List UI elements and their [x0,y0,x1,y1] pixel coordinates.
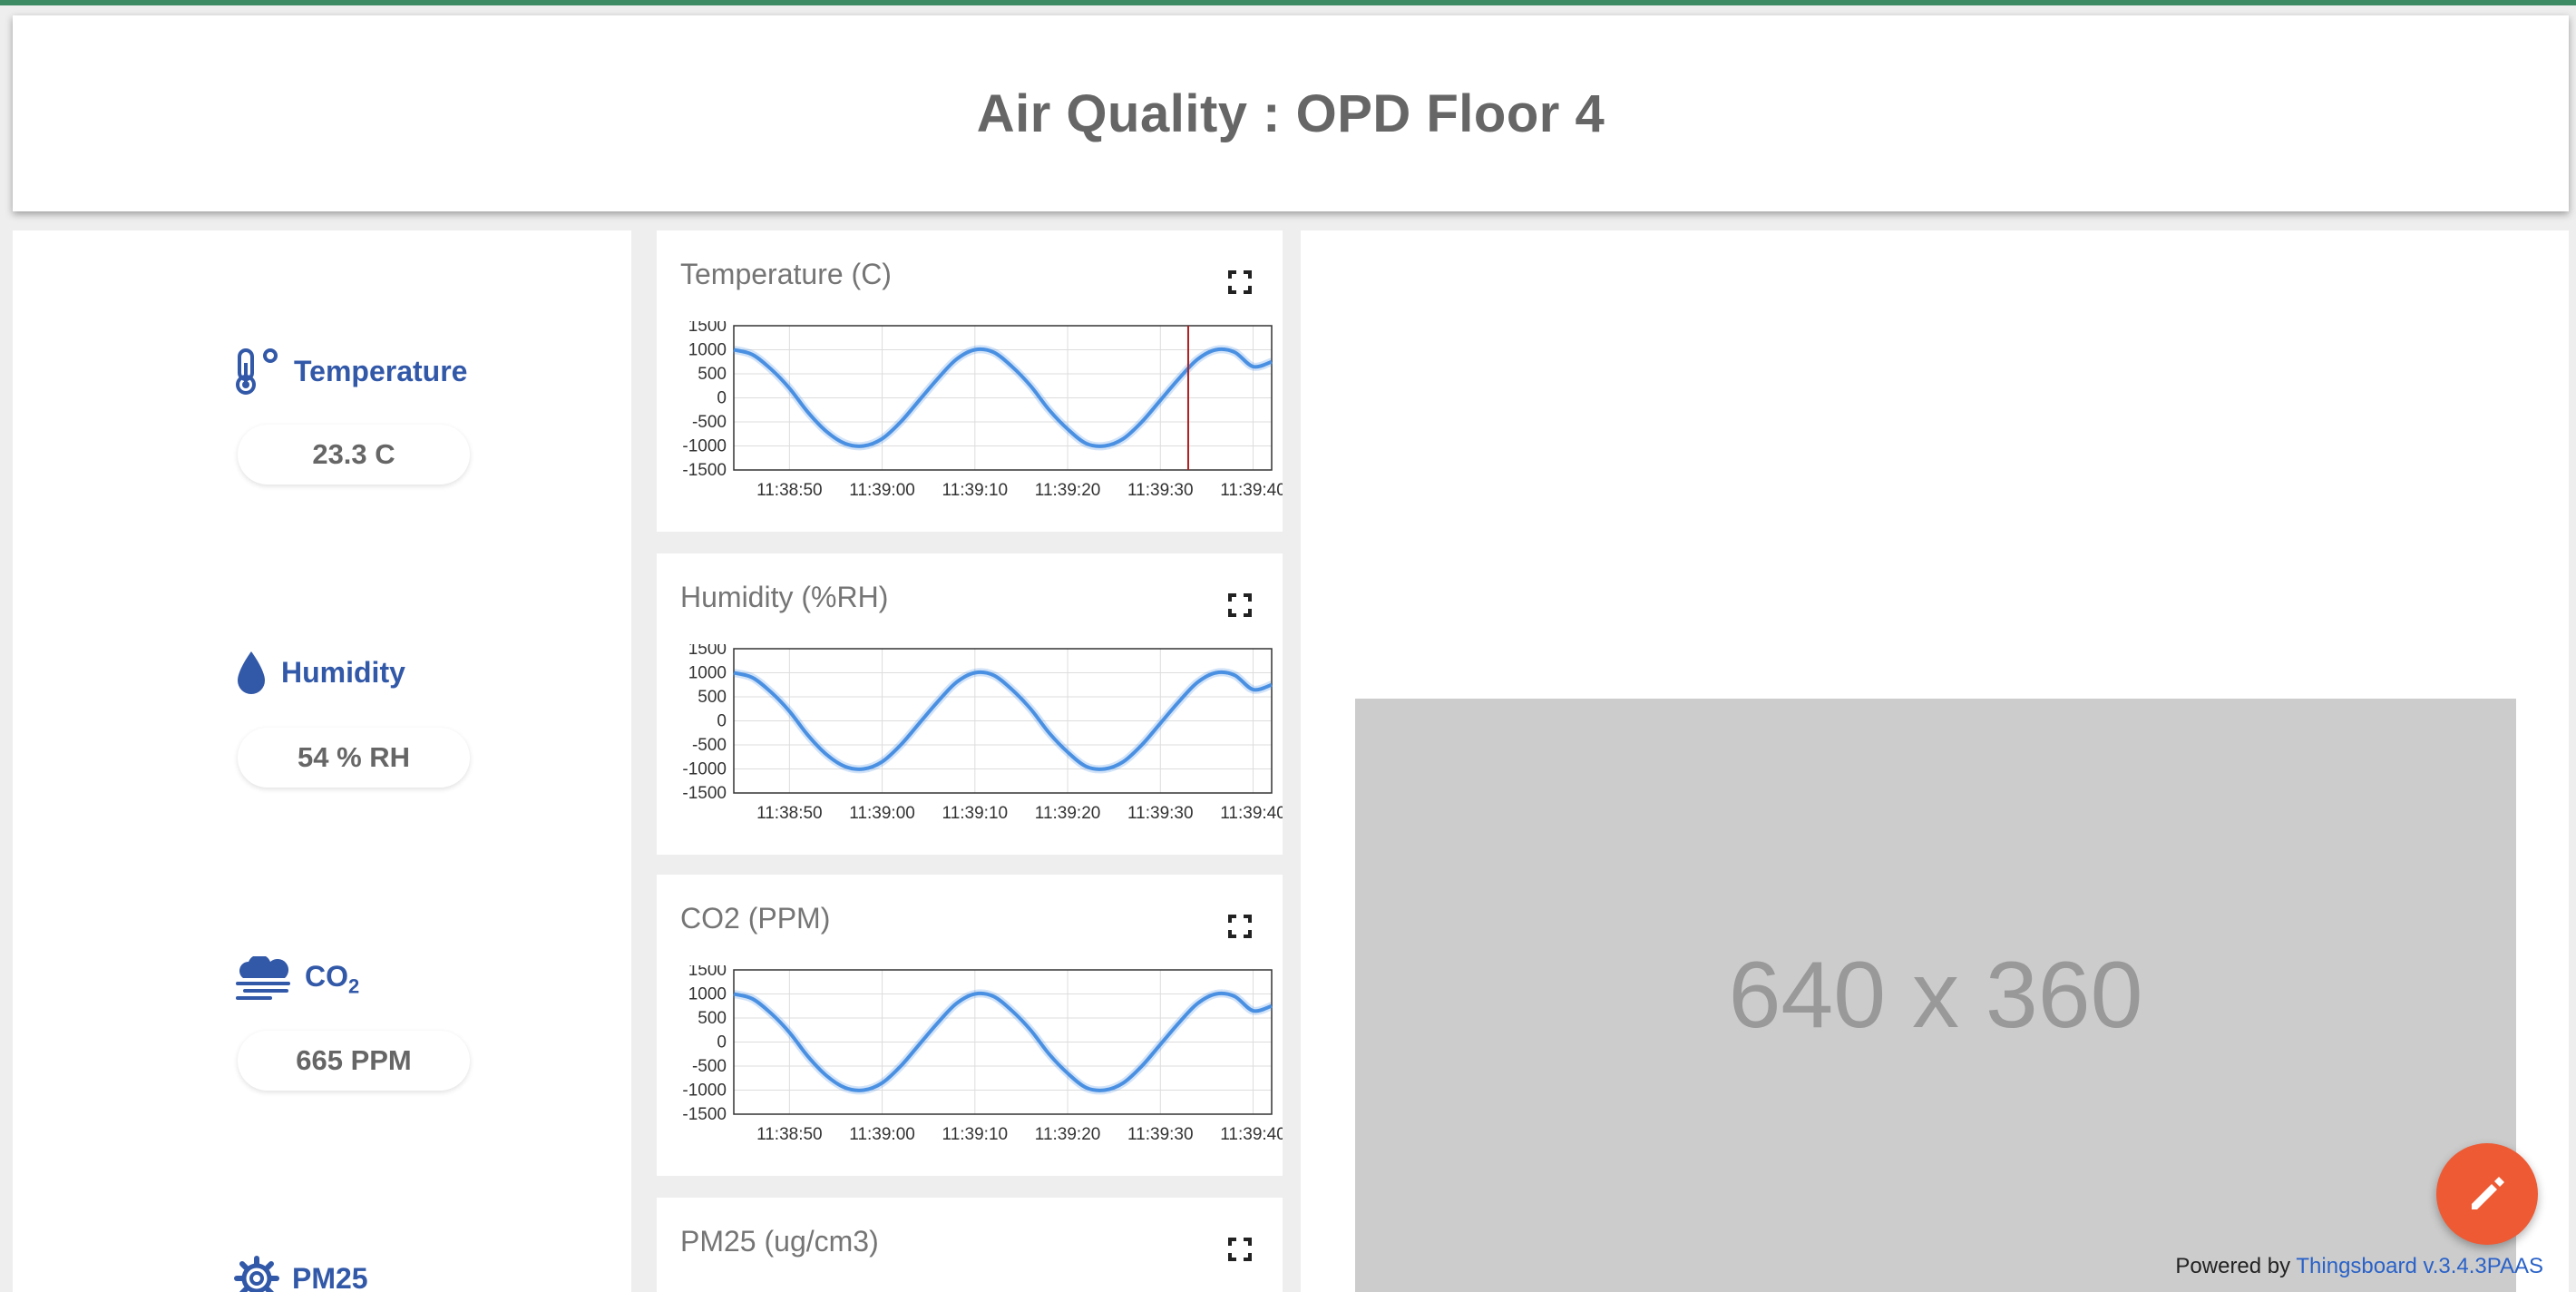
metric-label: PM25 [292,1261,368,1292]
y-tick-label: -500 [692,1057,727,1076]
y-tick-label: 1500 [688,965,727,980]
x-tick-label: 11:39:20 [1035,804,1101,823]
y-tick-label: 500 [698,365,727,384]
metric-label: Temperature [294,354,468,387]
pencil-icon [2472,1177,2504,1209]
page-title: Air Quality : OPD Floor 4 [976,83,1605,143]
thingsboard-link[interactable]: Thingsboard v.3.4.3PAAS [2296,1254,2543,1278]
metrics-card: Temperature 23.3 C Humidity 54 % RH CO2 … [13,230,631,1292]
chart-title: Temperature (C) [680,258,892,290]
chart-title: PM25 (ug/cm3) [680,1225,879,1258]
x-tick-label: 11:38:50 [756,1125,823,1144]
y-tick-label: 500 [698,1009,727,1028]
x-tick-label: 11:39:00 [849,1125,915,1144]
y-tick-label: 0 [717,1033,727,1052]
fullscreen-icon[interactable] [1228,593,1252,617]
y-tick-label: 1500 [688,644,727,659]
y-tick-label: -1500 [682,461,727,480]
cloud-fog-icon [234,956,292,1002]
chart-card-humidity: Humidity (%RH) 1500 1000 500 0 -500 -1000 -150… [657,553,1283,855]
y-tick-label: 500 [698,688,727,707]
x-tick-label: 11:39:20 [1035,1125,1101,1144]
y-tick-label: -500 [692,736,727,755]
humidity-line-chart: 1500 1000 500 0 -500 -1000 -1500 11:38:50 11:39:… [682,644,1283,823]
x-tick-label: 11:39:30 [1127,1125,1194,1144]
x-tick-label: 11:39:30 [1127,804,1194,823]
x-tick-label: 11:39:40 [1220,804,1283,823]
x-tick-label: 11:38:50 [756,804,823,823]
y-tick-label: 1500 [688,321,727,336]
x-tick-label: 11:38:50 [756,481,823,500]
y-tick-label: -1500 [682,784,727,803]
footer-credit: Powered by Thingsboard v.3.4.3PAAS [2175,1254,2543,1279]
x-tick-label: 11:39:20 [1035,481,1101,500]
thermometer-icon [234,347,281,396]
chart-card-temperature: Temperature (C) 1500 1000 500 0 -500 -1000 -15… [657,230,1283,532]
gear-icon [234,1256,279,1292]
y-tick-label: -1000 [682,437,727,456]
x-tick-label: 11:39:00 [849,481,915,500]
metric-label: Humidity [281,655,405,689]
footer-prefix: Powered by [2175,1254,2291,1278]
temperature-line-chart: 1500 1000 500 0 -500 -1000 -1500 11:38:50 11:39:… [682,321,1283,500]
fullscreen-icon[interactable] [1228,915,1252,938]
fullscreen-icon[interactable] [1228,1238,1252,1261]
top-accent-line [0,0,2576,5]
chart-title: CO2 (PPM) [680,902,831,935]
image-card: 640 x 360 [1301,230,2569,1292]
x-tick-label: 11:39:00 [849,804,915,823]
chart-card-pm25: PM25 (ug/cm3) [657,1198,1283,1292]
y-tick-label: -500 [692,413,727,432]
x-tick-label: 11:39:30 [1127,481,1194,500]
metric-value: 665 PPM [238,1031,470,1091]
x-tick-label: 11:39:10 [942,804,1009,823]
metric-value: 54 % RH [238,728,470,788]
placeholder-text: 640 x 360 [1728,942,2143,1048]
y-tick-label: 1000 [688,341,727,360]
y-tick-label: 1000 [688,664,727,683]
y-tick-label: 0 [717,389,727,408]
co2-line-chart: 1500 1000 500 0 -500 -1000 -1500 11:38:50 11:39:… [682,965,1283,1144]
y-tick-label: -1000 [682,760,727,779]
chart-card-co2: CO2 (PPM) 1500 1000 500 0 -500 -1000 -1500 11:3… [657,875,1283,1176]
x-tick-label: 11:39:40 [1220,481,1283,500]
y-tick-label: 0 [717,712,727,731]
chart-title: Humidity (%RH) [680,581,889,613]
y-tick-label: -1500 [682,1105,727,1124]
image-placeholder: 640 x 360 [1355,699,2516,1292]
x-tick-label: 11:39:10 [942,1125,1009,1144]
metric-label: CO2 [305,959,360,998]
x-tick-label: 11:39:40 [1220,1125,1283,1144]
edit-button[interactable] [2436,1143,2538,1245]
water-drop-icon [234,648,268,697]
dashboard-title-card: Air Quality : OPD Floor 4 [13,15,2569,211]
x-tick-label: 11:39:10 [942,481,1009,500]
metric-value: 23.3 C [238,425,470,484]
fullscreen-icon[interactable] [1228,270,1252,294]
y-tick-label: 1000 [688,985,727,1004]
y-tick-label: -1000 [682,1082,727,1101]
